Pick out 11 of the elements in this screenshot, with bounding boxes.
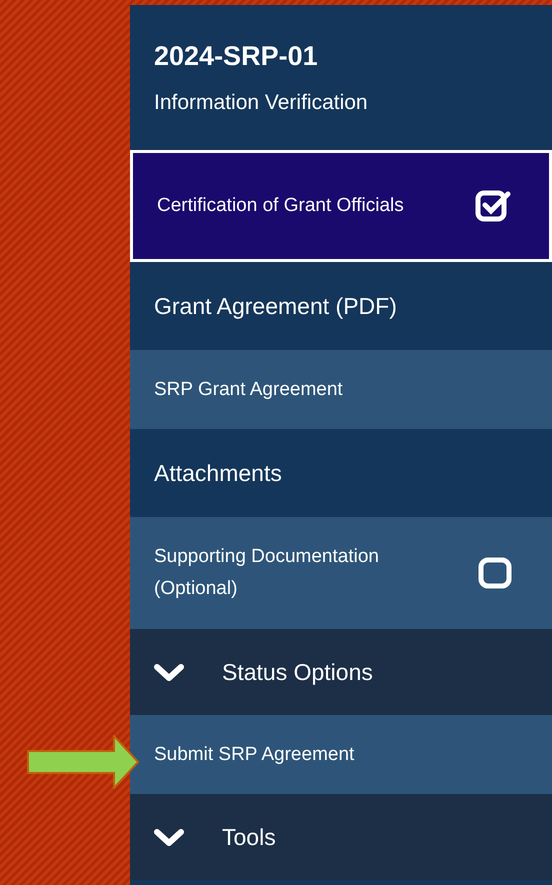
group-toggle[interactable]: Status Options bbox=[130, 629, 552, 715]
record-title: 2024-SRP-01 bbox=[154, 42, 319, 70]
nav-item[interactable]: Certification of Grant Officials bbox=[130, 150, 552, 262]
nav-item[interactable]: Supporting Documentation (Optional) bbox=[130, 517, 552, 629]
group-toggle[interactable]: Tools bbox=[130, 794, 552, 880]
section-heading: Attachments bbox=[154, 458, 282, 488]
nav-item[interactable]: Submit SRP Agreement bbox=[130, 715, 552, 794]
section-heading: Grant Agreement (PDF) bbox=[154, 292, 397, 321]
section-subtitle: Information Verification bbox=[154, 92, 369, 112]
arrow-icon bbox=[27, 735, 139, 789]
nav-item[interactable]: SRP Grant Agreement bbox=[130, 350, 552, 429]
